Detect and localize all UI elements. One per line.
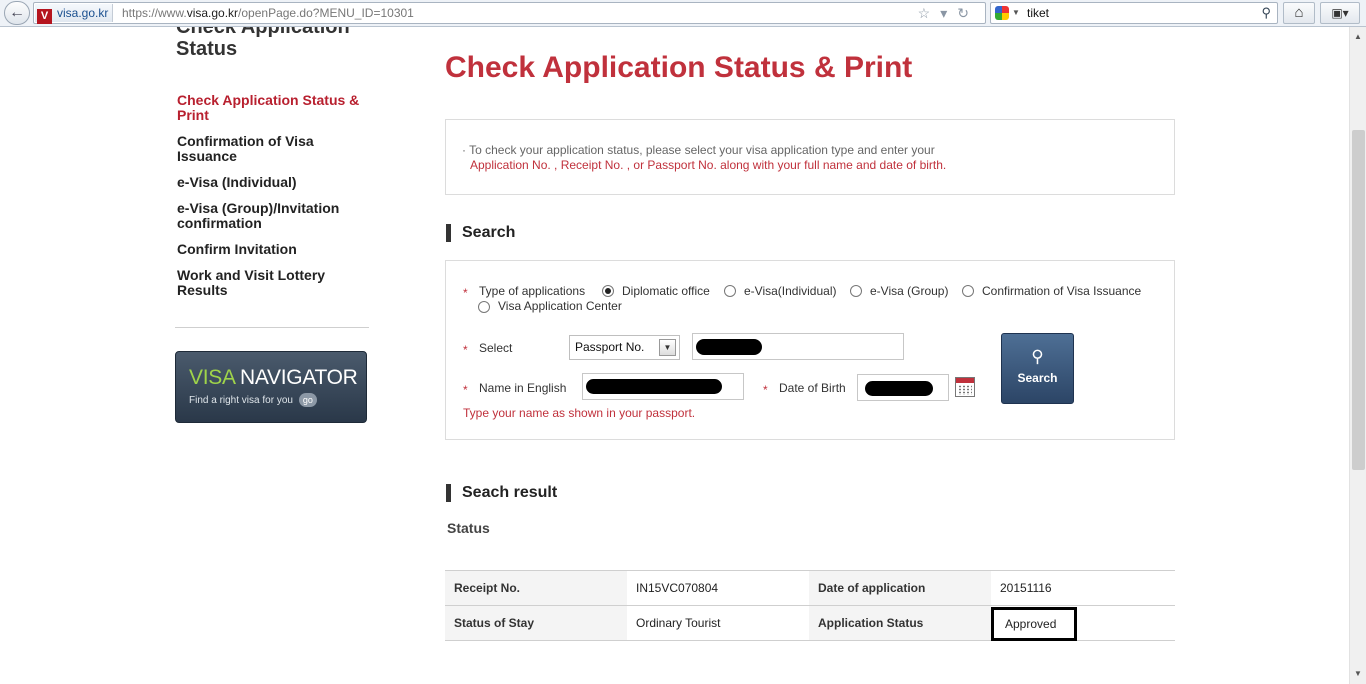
browser-search-input[interactable]: tiket — [1027, 3, 1049, 23]
application-status-value: Approved — [991, 607, 1077, 641]
search-form: * Type of applications Diplomatic office… — [445, 260, 1175, 440]
radio-label-diplomatic-office[interactable]: Diplomatic office — [622, 284, 710, 298]
application-date-label: Date of application — [809, 570, 991, 606]
name-label: Name in English — [479, 381, 567, 395]
url-prefix: https://www. — [122, 6, 187, 20]
table-row: Receipt No. IN15VC070804 Date of applica… — [445, 570, 1175, 606]
application-status-label: Application Status — [809, 605, 991, 641]
result-section-heading: Seach result — [446, 484, 557, 502]
search-icon: ⚲ — [1031, 347, 1044, 366]
dob-label: Date of Birth — [779, 381, 846, 395]
search-button-label: Search — [1017, 371, 1058, 385]
calendar-icon[interactable] — [955, 377, 975, 397]
sidebar-nav: Check Application Status & Print Confirm… — [177, 93, 377, 309]
site-identity[interactable]: Vvisa.go.kr — [35, 4, 114, 24]
application-status-cell: Approved — [991, 606, 1175, 641]
id-type-select[interactable]: Passport No. ▼ — [569, 335, 680, 360]
sidebar-item-check-status[interactable]: Check Application Status & Print — [177, 93, 377, 123]
url-text[interactable]: https://www.visa.go.kr/openPage.do?MENU_… — [122, 3, 414, 23]
engine-dropdown-icon[interactable]: ▼ — [1012, 3, 1020, 23]
address-bar-icons: ☆▾↻ — [918, 3, 979, 23]
chevron-down-icon[interactable]: ▼ — [659, 339, 676, 356]
name-english-input[interactable] — [582, 373, 744, 400]
site-name: visa.go.kr — [57, 6, 109, 20]
radio-label-evisa-group[interactable]: e-Visa (Group) — [870, 284, 948, 298]
radio-visa-application-center[interactable] — [478, 301, 490, 313]
browser-search-box[interactable]: ▼ tiket ⚲ — [990, 2, 1278, 24]
sidebar-title: Check Application Status — [176, 27, 350, 60]
sidebar-item-visa-issuance[interactable]: Confirmation of Visa Issuance — [177, 134, 377, 164]
google-icon[interactable] — [995, 6, 1009, 20]
stay-status-label: Status of Stay — [445, 605, 627, 641]
type-label: Type of applications — [479, 284, 586, 298]
info-box: · To check your application status, plea… — [445, 119, 1175, 195]
visa-navigator-banner[interactable]: VISA NAVIGATOR Find a right visa for you… — [175, 351, 367, 423]
redacted-value — [586, 379, 722, 394]
sidebar-item-confirm-invitation[interactable]: Confirm Invitation — [177, 242, 377, 257]
dob-input[interactable] — [857, 374, 949, 401]
back-arrow-icon[interactable]: ← — [4, 1, 30, 25]
page-title: Check Application Status & Print — [445, 51, 913, 84]
redacted-value — [696, 339, 762, 355]
result-table: Receipt No. IN15VC070804 Date of applica… — [445, 570, 1175, 641]
application-date-value: 20151116 — [1000, 581, 1052, 595]
scroll-up-icon[interactable]: ▲ — [1350, 29, 1366, 45]
sidebar-item-evisa-individual[interactable]: e-Visa (Individual) — [177, 175, 377, 190]
passport-number-input[interactable] — [692, 333, 904, 360]
radio-label-visa-issuance[interactable]: Confirmation of Visa Issuance — [982, 284, 1141, 298]
receipt-no-label: Receipt No. — [445, 570, 627, 606]
required-mark: * — [463, 383, 468, 397]
go-button[interactable]: go — [298, 393, 317, 407]
radio-visa-issuance[interactable] — [962, 285, 974, 297]
reload-icon[interactable]: ↻ — [957, 5, 979, 21]
sidebar-item-lottery-results[interactable]: Work and Visit Lottery Results — [177, 268, 377, 298]
url-domain: visa.go.kr — [186, 6, 239, 20]
required-mark: * — [463, 343, 468, 357]
search-section-heading: Search — [446, 224, 515, 242]
stay-status-value: Ordinary Tourist — [636, 616, 721, 630]
required-mark: * — [763, 383, 768, 397]
status-heading: Status — [447, 520, 490, 536]
address-bar[interactable]: Vvisa.go.kr https://www.visa.go.kr/openP… — [33, 2, 986, 24]
history-dropdown-icon[interactable]: ▾ — [940, 5, 957, 21]
id-type-select-value: Passport No. — [575, 340, 645, 354]
browser-toolbar: ← Vvisa.go.kr https://www.visa.go.kr/ope… — [0, 0, 1366, 27]
info-text-highlight: Application No. , Receipt No. , or Passp… — [470, 158, 947, 172]
sidebar-item-evisa-group[interactable]: e-Visa (Group)/Invitation confirmation — [177, 201, 377, 231]
receipt-no-value: IN15VC070804 — [636, 581, 719, 595]
scroll-down-icon[interactable]: ▼ — [1350, 666, 1366, 682]
banner-subtitle: Find a right visa for you go — [189, 393, 317, 408]
bookmark-star-icon[interactable]: ☆ — [918, 5, 941, 21]
url-path: /openPage.do?MENU_ID=10301 — [238, 6, 414, 20]
table-row: Status of Stay Ordinary Tourist Applicat… — [445, 605, 1175, 641]
select-label: Select — [479, 341, 513, 355]
scrollbar-thumb[interactable] — [1352, 130, 1365, 470]
radio-evisa-individual[interactable] — [724, 285, 736, 297]
site-favicon-icon: V — [37, 9, 52, 24]
info-text: · To check your application status, plea… — [462, 143, 935, 157]
bookmarks-menu-icon[interactable]: ▣▾ — [1320, 2, 1360, 24]
radio-label-visa-application-center[interactable]: Visa Application Center — [498, 299, 622, 313]
home-icon[interactable]: ⌂ — [1283, 2, 1315, 24]
required-mark: * — [463, 286, 468, 300]
sidebar-divider — [175, 327, 369, 328]
search-button[interactable]: ⚲ Search — [1001, 333, 1074, 404]
radio-label-evisa-individual[interactable]: e-Visa(Individual) — [744, 284, 837, 298]
radio-evisa-group[interactable] — [850, 285, 862, 297]
radio-diplomatic-office[interactable] — [602, 285, 614, 297]
banner-title: VISA NAVIGATOR — [189, 366, 358, 389]
name-hint: Type your name as shown in your passport… — [463, 406, 696, 420]
redacted-value — [865, 381, 933, 396]
page-scrollbar[interactable]: ▲ ▼ — [1349, 27, 1366, 684]
search-icon[interactable]: ⚲ — [1261, 3, 1271, 23]
